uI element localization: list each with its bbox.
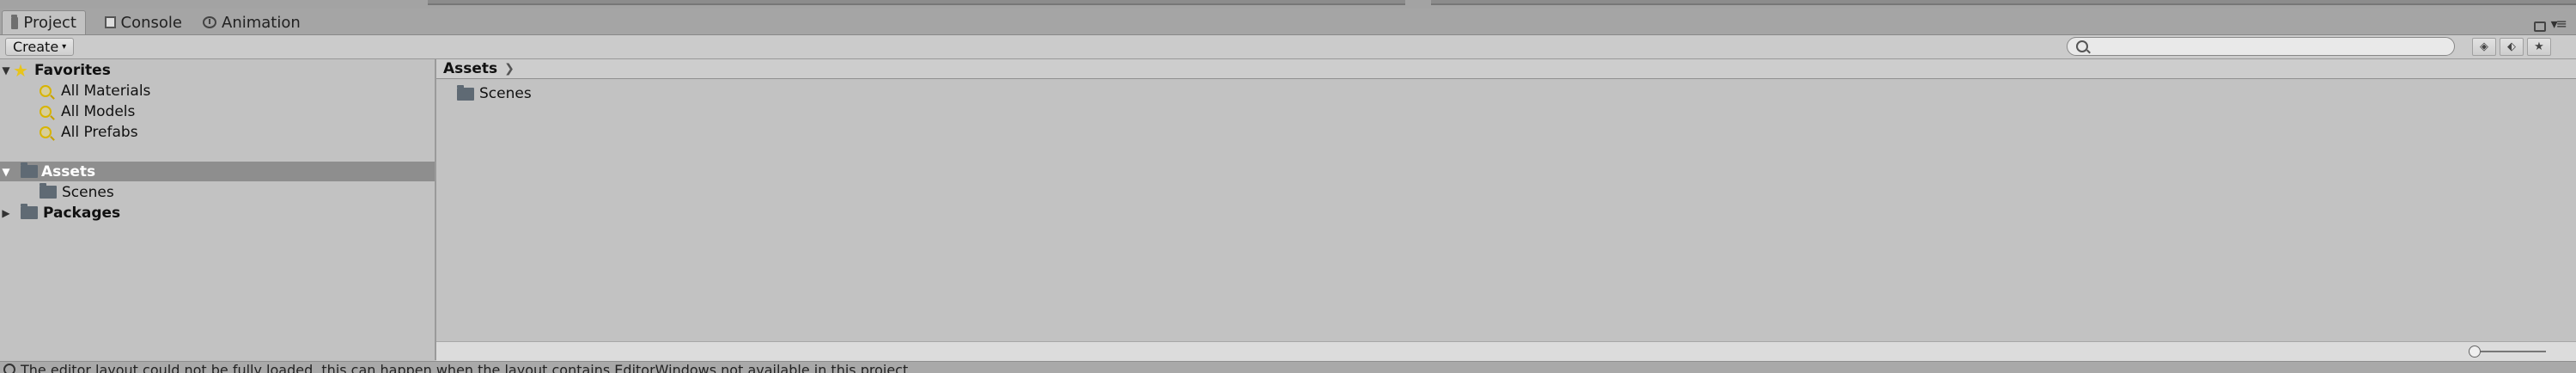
tab-bar: Project Console Animation ▾≡: [0, 9, 2576, 35]
tree-item-label: All Prefabs: [61, 123, 138, 141]
create-button-label: Create: [13, 39, 59, 55]
tree-item-all-models[interactable]: All Models: [0, 101, 435, 121]
dropdown-caret-icon: ▾: [62, 42, 67, 52]
asset-browser-footer: [436, 341, 2576, 361]
label-tag-icon: ⬖: [2507, 40, 2516, 53]
create-button[interactable]: Create ▾: [5, 38, 75, 56]
collapse-arrow-icon[interactable]: ▶: [0, 207, 12, 219]
search-filter-icon: [40, 125, 52, 138]
upper-panels-edge: [0, 0, 2576, 9]
inspector-panel-edge: [1431, 0, 2576, 5]
tab-tools: ▾≡: [2533, 15, 2567, 32]
tab-project-label: Project: [23, 14, 76, 32]
search-field[interactable]: [2067, 37, 2455, 56]
folder-icon: [457, 84, 474, 101]
tree-item-label: Scenes: [62, 183, 114, 201]
asset-item-label: Scenes: [479, 85, 532, 102]
tree-item-scenes[interactable]: Scenes: [0, 182, 435, 202]
tree-favorites[interactable]: ▼ ★ Favorites: [0, 60, 435, 80]
type-filter-icon: ◈: [2480, 40, 2488, 53]
star-icon: ★: [13, 59, 28, 81]
folder-tree: ▼ ★ Favorites All Materials All Models A…: [0, 59, 436, 360]
folder-icon: [21, 204, 38, 219]
search-by-label-button[interactable]: ⬖: [2500, 38, 2524, 56]
lock-icon[interactable]: [2533, 21, 2546, 32]
search-filter-buttons: ◈ ⬖ ★: [2472, 38, 2551, 56]
tree-assets-label: Assets: [41, 162, 96, 180]
tree-packages-label: Packages: [43, 204, 121, 222]
tab-console-label: Console: [120, 13, 182, 32]
asset-browser: Assets ❯ Scenes: [436, 59, 2576, 361]
console-icon: [105, 16, 116, 28]
expand-arrow-icon[interactable]: ▼: [0, 166, 12, 178]
folder-icon: [21, 162, 38, 178]
tree-item-all-prefabs[interactable]: All Prefabs: [0, 122, 435, 142]
tab-console[interactable]: Console: [96, 10, 191, 34]
breadcrumb: Assets ❯: [436, 59, 2576, 79]
project-toolbar: Create ▾ ◈ ⬖ ★: [0, 35, 2576, 59]
slider-thumb[interactable]: [2469, 345, 2481, 358]
info-icon: [3, 364, 15, 373]
tree-item-label: All Materials: [61, 82, 151, 100]
tab-animation-label: Animation: [222, 13, 301, 32]
search-by-type-button[interactable]: ◈: [2472, 38, 2496, 56]
save-search-button[interactable]: ★: [2527, 38, 2551, 56]
clock-icon: [203, 16, 216, 28]
tree-packages[interactable]: ▶ Packages: [0, 203, 435, 223]
panel-menu-icon[interactable]: ▾≡: [2551, 15, 2567, 32]
tab-project[interactable]: Project: [2, 10, 86, 34]
tree-item-label: All Models: [61, 102, 136, 120]
icon-size-slider[interactable]: [2469, 345, 2546, 358]
search-icon: [2076, 40, 2088, 52]
folder-icon: [40, 183, 57, 199]
scene-panel-edge: [428, 0, 1405, 5]
project-window: Project Console Animation ▾≡ Create ▾ ◈: [0, 0, 2576, 373]
tree-assets[interactable]: ▼ Assets: [0, 162, 435, 181]
folder-icon: [11, 14, 19, 29]
breadcrumb-assets[interactable]: Assets: [443, 60, 497, 77]
tree-favorites-label: Favorites: [34, 61, 111, 79]
search-input[interactable]: [2093, 39, 2449, 56]
expand-arrow-icon[interactable]: ▼: [0, 64, 12, 76]
star-icon: ★: [2534, 40, 2544, 53]
tab-animation[interactable]: Animation: [194, 10, 309, 34]
search-filter-icon: [40, 84, 52, 97]
chevron-right-icon: ❯: [504, 62, 515, 76]
status-message[interactable]: The editor layout could not be fully loa…: [21, 364, 908, 373]
asset-item-scenes[interactable]: Scenes: [457, 84, 532, 102]
tree-item-all-materials[interactable]: All Materials: [0, 81, 435, 101]
search-filter-icon: [40, 105, 52, 118]
status-bar: The editor layout could not be fully loa…: [0, 361, 2576, 373]
